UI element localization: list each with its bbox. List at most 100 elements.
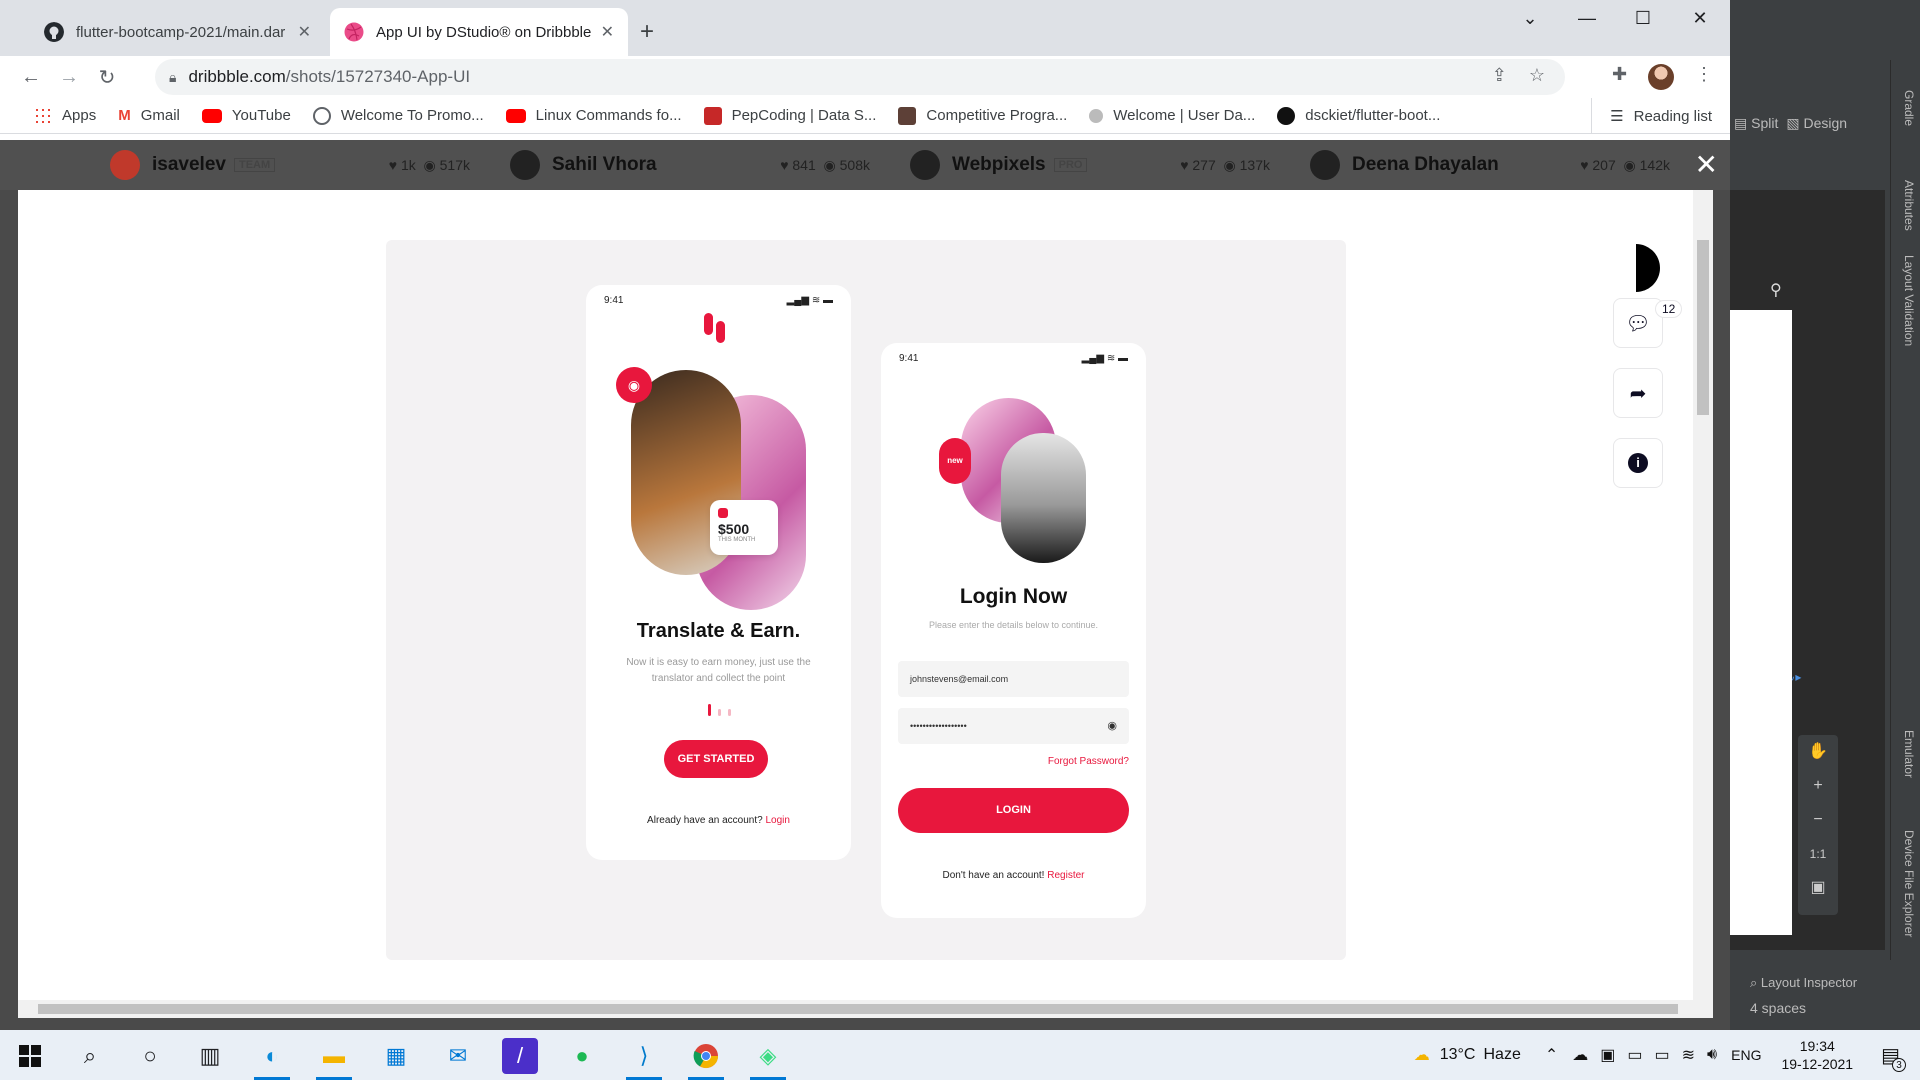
language-indicator[interactable]: ENG xyxy=(1731,1047,1761,1063)
reading-list-button[interactable]: ☰ Reading list xyxy=(1591,98,1730,134)
page-content: isavelev TEAM ♥ 1k ◉ 517k Sahil Vhora ♥ … xyxy=(0,140,1730,1030)
clock[interactable]: 19:34 19-12-2021 xyxy=(1781,1037,1853,1073)
indent-status[interactable]: 4 spaces xyxy=(1750,1000,1806,1016)
shot-author[interactable]: Deena Dhayalan ♥ 207 ◉ 142k xyxy=(1310,150,1710,180)
weather-temp[interactable]: 13°C xyxy=(1440,1046,1476,1064)
address-bar[interactable]: 🔒︎ dribbble.com/shots/15727340-App-UI ⇪ … xyxy=(155,59,1565,95)
bookmark-competitive[interactable]: Competitive Progra... xyxy=(898,106,1067,125)
bookmark-apps[interactable]: Apps xyxy=(34,106,96,125)
bookmark-linux[interactable]: Linux Commands fo... xyxy=(505,107,682,124)
close-modal-icon[interactable]: ✕ xyxy=(1695,148,1718,181)
share-button[interactable]: ➦ xyxy=(1613,368,1663,418)
shot-author[interactable]: Sahil Vhora ♥ 841 ◉ 508k xyxy=(510,150,910,180)
gradle-tab[interactable]: Gradle xyxy=(1902,90,1916,126)
emulator-tab[interactable]: Emulator xyxy=(1902,730,1916,778)
bookmark-promo[interactable]: Welcome To Promo... xyxy=(312,106,484,125)
display-icon[interactable]: ▭ xyxy=(1627,1045,1642,1065)
background-shot-list: isavelev TEAM ♥ 1k ◉ 517k Sahil Vhora ♥ … xyxy=(0,140,1730,190)
meet-icon[interactable]: ▣ xyxy=(1600,1045,1615,1065)
forward-icon[interactable]: → xyxy=(50,66,88,89)
info-icon: i xyxy=(1628,453,1648,473)
password-field[interactable]: •••••••••••••••••• ◉ xyxy=(898,708,1129,744)
modal-vertical-scrollbar[interactable] xyxy=(1693,190,1713,1000)
bookmark-youtube[interactable]: YouTube xyxy=(201,107,291,124)
avatar xyxy=(1310,150,1340,180)
ide-titlebar xyxy=(1730,0,1920,36)
file-explorer-icon[interactable]: ▬ xyxy=(316,1038,352,1080)
chrome-icon[interactable] xyxy=(688,1038,724,1080)
app-icon[interactable]: / xyxy=(502,1038,538,1074)
login-link[interactable]: Login xyxy=(765,815,789,826)
weather-icon[interactable]: ☁ xyxy=(1414,1045,1430,1065)
horizontal-scrollbar[interactable] xyxy=(18,1000,1713,1018)
fit-screen-icon[interactable]: ▣ xyxy=(1798,871,1838,905)
tab-close-icon[interactable]: ✕ xyxy=(601,22,614,42)
bookmark-dsckiet[interactable]: dsckiet/flutter-boot... xyxy=(1277,106,1440,125)
tab-dribbble[interactable]: App UI by DStudio® on Dribbble ✕ xyxy=(330,8,628,56)
device-explorer-tab[interactable]: Device File Explorer xyxy=(1902,830,1916,937)
login-prompt: Already have an account? Login xyxy=(647,815,790,826)
volume-icon[interactable]: 🔊︎ xyxy=(1707,1046,1717,1064)
shot-modal: 9:41 ▂▄▆ ≋ ▬ ◉ $500 THIS MONTH Translate … xyxy=(18,190,1713,1000)
get-started-button[interactable]: GET STARTED xyxy=(664,740,768,778)
login-button[interactable]: LOGIN xyxy=(898,788,1129,833)
close-window-button[interactable]: ✕ xyxy=(1680,8,1720,29)
weather-desc[interactable]: Haze xyxy=(1483,1046,1520,1064)
menu-kebab-icon[interactable]: ⋮ xyxy=(1695,64,1713,85)
layout-inspector-tab[interactable]: ⌕ Layout Inspector xyxy=(1750,975,1857,991)
avatar xyxy=(110,150,140,180)
attributes-tab[interactable]: Attributes xyxy=(1902,180,1916,231)
tab-search-icon[interactable]: ⌄ xyxy=(1510,8,1550,29)
register-link[interactable]: Register xyxy=(1047,870,1084,881)
dstudio-logo-icon xyxy=(1636,244,1660,292)
minimize-button[interactable]: — xyxy=(1567,8,1607,29)
gmail-icon: M xyxy=(118,107,131,124)
profile-avatar[interactable] xyxy=(1648,64,1674,90)
bookmark-gmail[interactable]: M Gmail xyxy=(118,107,180,124)
reload-icon[interactable]: ↻ xyxy=(88,65,126,90)
share-icon[interactable]: ⇪ xyxy=(1492,65,1507,86)
vscode-icon[interactable]: ⟩ xyxy=(626,1038,662,1080)
spotify-icon[interactable]: ● xyxy=(564,1038,600,1074)
lock-icon[interactable]: 🔒︎ xyxy=(169,69,176,86)
cortana-icon[interactable]: ○ xyxy=(132,1038,168,1074)
search-icon[interactable]: ⌕ xyxy=(72,1038,108,1074)
github-icon xyxy=(1277,106,1296,125)
wifi-icon[interactable]: ≋ xyxy=(1682,1045,1695,1065)
shot-author[interactable]: isavelev TEAM ♥ 1k ◉ 517k xyxy=(110,150,510,180)
battery-icon[interactable]: ▭ xyxy=(1655,1045,1670,1065)
bookmark-welcome-user[interactable]: Welcome | User Da... xyxy=(1089,107,1255,124)
split-mode-button[interactable]: ▤ Split xyxy=(1734,115,1778,132)
mail-icon[interactable]: ✉ xyxy=(440,1038,476,1074)
onedrive-icon[interactable]: ☁ xyxy=(1572,1045,1588,1065)
back-icon[interactable]: ← xyxy=(12,66,50,89)
tab-github[interactable]: flutter-bootcamp-2021/main.dar ✕ xyxy=(30,8,325,56)
zoom-out-icon[interactable]: − xyxy=(1798,803,1838,837)
store-icon[interactable]: ▦ xyxy=(378,1038,414,1074)
windows-start-icon[interactable] xyxy=(12,1038,48,1074)
new-tab-button[interactable]: + xyxy=(640,18,654,46)
notification-center-icon[interactable]: ▤ 3 xyxy=(1881,1043,1906,1072)
designer-avatar[interactable] xyxy=(1618,240,1674,296)
edge-icon[interactable]: ◐ xyxy=(254,1038,290,1080)
bookmark-pepcoding[interactable]: PepCoding | Data S... xyxy=(703,106,876,125)
maximize-button[interactable]: ☐ xyxy=(1623,8,1663,29)
layout-validation-tab[interactable]: Layout Validation xyxy=(1902,255,1916,346)
pan-hand-icon[interactable]: ✋ xyxy=(1798,735,1838,769)
zoom-reset-button[interactable]: 1:1 xyxy=(1798,837,1838,871)
ide-window: ▤ Split ▧ Design ⚲ ∿∿∿∿∿∿▸ ✋ + − 1:1 ▣ G… xyxy=(1730,0,1920,1030)
android-studio-icon[interactable]: ◈ xyxy=(750,1038,786,1080)
task-view-icon[interactable]: ▥ xyxy=(192,1038,228,1074)
apps-grid-icon xyxy=(34,106,52,125)
chevron-up-icon[interactable]: ⌃ xyxy=(1545,1045,1558,1065)
email-field[interactable]: johnstevens@email.com xyxy=(898,661,1129,697)
forgot-password-link[interactable]: Forgot Password? xyxy=(1048,756,1129,767)
eye-hidden-icon[interactable]: ◉ xyxy=(1107,708,1117,744)
shot-author[interactable]: Webpixels PRO ♥ 277 ◉ 137k xyxy=(910,150,1310,180)
design-mode-button[interactable]: ▧ Design xyxy=(1786,115,1847,132)
zoom-in-icon[interactable]: + xyxy=(1798,769,1838,803)
extensions-puzzle-icon[interactable]: ✚ xyxy=(1612,64,1627,85)
tab-close-icon[interactable]: ✕ xyxy=(298,22,311,42)
info-button[interactable]: i xyxy=(1613,438,1663,488)
bookmark-star-icon[interactable]: ☆ xyxy=(1529,65,1545,86)
